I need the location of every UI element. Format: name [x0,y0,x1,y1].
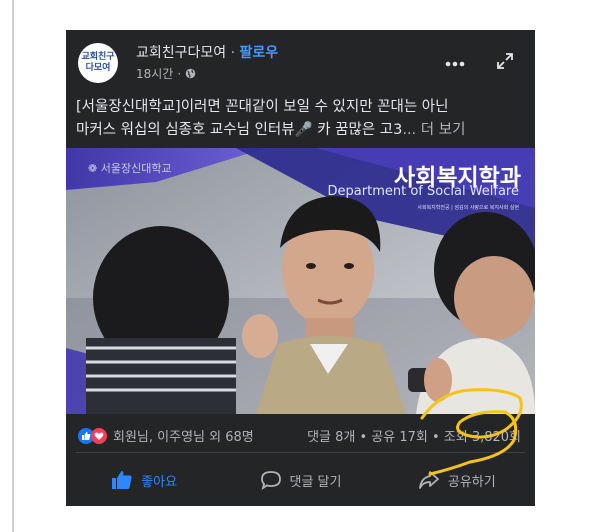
comment-label: 댓글 달기 [289,474,342,490]
share-label: 공유하기 [447,474,496,490]
post-caption: [서울장신대학교]이러면 꼰대같이 보일 수 있지만 꼰대는 아닌 마커스 워십… [76,96,528,142]
separator-dot: · [230,45,236,61]
share-arrow-icon [418,471,439,489]
avatar-text-bottom: 다모여 [85,63,111,73]
actions-divider [76,452,525,453]
post-header: 교회친구 다모여 교회친구다모여 · 팔로우 18시간 · [66,30,535,92]
comment-button[interactable]: 댓글 달기 [222,458,378,502]
avatar-text-top: 교회친구 [81,52,115,62]
expand-icon [497,53,513,69]
love-reaction-icon [91,427,107,444]
department-tagline: 사회복지학전공 | 섬김의 사랑으로 복지사회 실현 [417,205,519,211]
reaction-names: 회원님, 이주영님 외 68명 [113,430,254,445]
more-options-button[interactable] [444,52,466,73]
share-button[interactable]: 공유하기 [379,458,535,502]
department-subtitle: Department of Social Welfare [327,184,519,199]
comment-bubble-icon [260,471,281,490]
page-name-link[interactable]: 교회친구다모여 [136,45,226,61]
more-dots-icon [445,61,465,67]
page-avatar[interactable]: 교회친구 다모여 [78,43,118,83]
university-logo-label: ❁ 서울장신대학교 [88,162,172,175]
page-divider-line [12,0,14,532]
caption-line-2: 마커스 워십의 심종호 교수님 인터뷰🎤 카 꿈많은 고3 [76,122,403,138]
reactions-summary[interactable]: 회원님, 이주영님 외 68명 [78,426,254,445]
caption-line-1: [서울장신대학교]이러면 꼰대같이 보일 수 있지만 꼰대는 아닌 [76,99,449,115]
like-button[interactable]: 좋아요 [66,458,222,502]
page-name-row: 교회친구다모여 · 팔로우 [136,42,278,62]
post-actions-bar: 좋아요 댓글 달기 공유하기 [66,458,535,502]
meta-separator: · [177,66,182,81]
follow-button[interactable]: 팔로우 [240,45,279,61]
thumbs-up-icon [112,471,132,489]
facebook-post-card: 교회친구 다모여 교회친구다모여 · 팔로우 18시간 · [서울장신대학교]이… [66,30,535,506]
expand-button[interactable] [494,50,516,72]
post-timestamp[interactable]: 18시간 [136,65,173,82]
post-meta: 18시간 · [136,65,196,82]
globe-icon [185,68,196,79]
like-label: 좋아요 [141,474,178,490]
see-more-link[interactable]: ... 더 보기 [402,122,465,138]
post-video-thumbnail[interactable]: ❁ 서울장신대학교 사회복지학과 Department of Social We… [66,148,535,414]
engagement-stats: 회원님, 이주영님 외 68명 댓글 8개 • 공유 17회 • 조회 3,82… [66,420,535,450]
comment-share-view-counts[interactable]: 댓글 8개 • 공유 17회 • 조회 3,820회 [307,426,521,445]
